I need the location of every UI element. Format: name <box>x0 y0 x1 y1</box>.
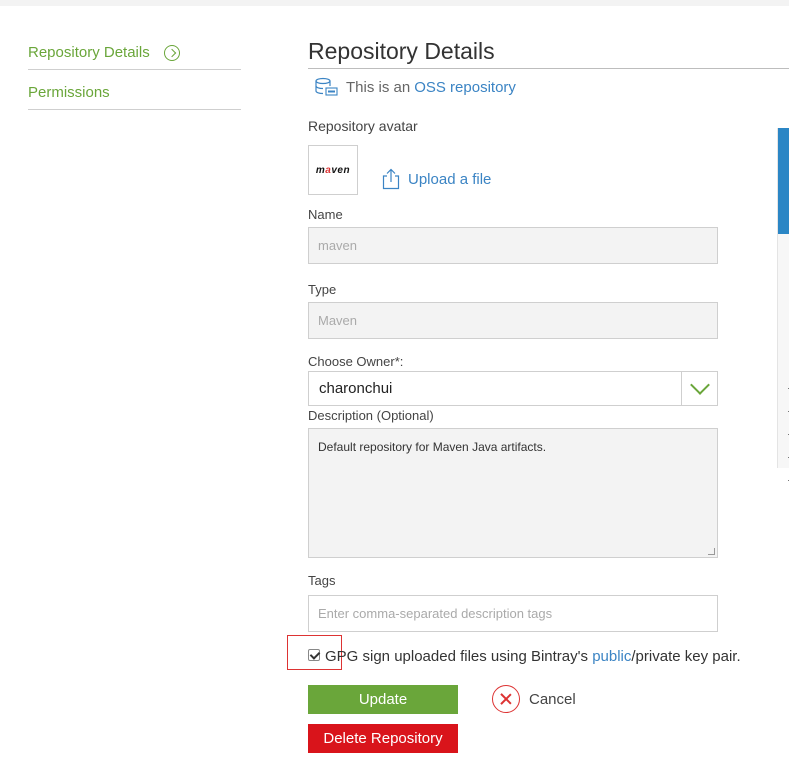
cancel-label: Cancel <box>529 690 576 708</box>
page-title: Repository Details <box>308 38 495 64</box>
owner-select[interactable]: charonchui <box>308 371 718 406</box>
upload-icon <box>382 168 400 190</box>
cancel-button[interactable]: Cancel <box>492 685 576 713</box>
type-value: Maven <box>318 313 358 328</box>
name-label: Name <box>308 207 343 222</box>
upload-file-label: Upload a file <box>408 170 492 188</box>
tags-label: Tags <box>308 573 336 588</box>
avatar-label: Repository avatar <box>308 118 418 134</box>
sidebar: Repository Details Permissions <box>28 36 241 110</box>
upload-file-link[interactable]: Upload a file <box>382 168 491 190</box>
tags-input[interactable]: Enter comma-separated description tags <box>308 595 718 632</box>
sidebar-item-label: Repository Details <box>28 44 150 61</box>
oss-notice: This is an OSS repository <box>314 77 516 97</box>
title-divider <box>308 68 789 69</box>
chevron-down-icon[interactable] <box>681 372 717 405</box>
database-icon <box>315 77 338 96</box>
chevron-right-circle-icon <box>163 44 180 61</box>
gpg-sign-option: GPG sign uploaded files using Bintray's … <box>287 635 741 670</box>
repository-avatar: maven <box>308 145 358 195</box>
type-field[interactable]: Maven <box>308 302 718 339</box>
tags-placeholder: Enter comma-separated description tags <box>318 606 553 621</box>
sidebar-item-permissions[interactable]: Permissions <box>28 70 241 110</box>
name-value: maven <box>318 238 358 253</box>
public-key-link[interactable]: public <box>592 648 631 665</box>
oss-repository-link[interactable]: OSS repository <box>414 79 516 96</box>
description-textarea[interactable]: Default repository for Maven Java artifa… <box>308 428 718 558</box>
update-button[interactable]: Update <box>308 685 458 714</box>
type-label: Type <box>308 282 337 297</box>
oss-prefix-text: This is an <box>346 78 411 96</box>
close-circle-icon <box>492 685 520 713</box>
gpg-label: GPG sign uploaded files using Bintray's … <box>325 648 741 665</box>
top-strip <box>0 0 789 6</box>
sidebar-item-repository-details[interactable]: Repository Details <box>28 36 241 70</box>
description-value: Default repository for Maven Java artifa… <box>318 440 547 454</box>
description-label: Description (Optional) <box>308 408 434 423</box>
delete-repository-button[interactable]: Delete Repository <box>308 724 458 753</box>
right-panel-accent <box>778 128 789 234</box>
owner-value: charonchui <box>319 380 393 397</box>
owner-label: Choose Owner*: <box>308 354 404 369</box>
right-side-panel <box>777 128 789 481</box>
gpg-checkbox[interactable] <box>308 649 320 661</box>
name-field[interactable]: maven <box>308 227 718 264</box>
maven-logo: maven <box>315 164 351 176</box>
sidebar-item-label: Permissions <box>28 84 110 101</box>
resize-handle-icon[interactable] <box>708 548 715 555</box>
